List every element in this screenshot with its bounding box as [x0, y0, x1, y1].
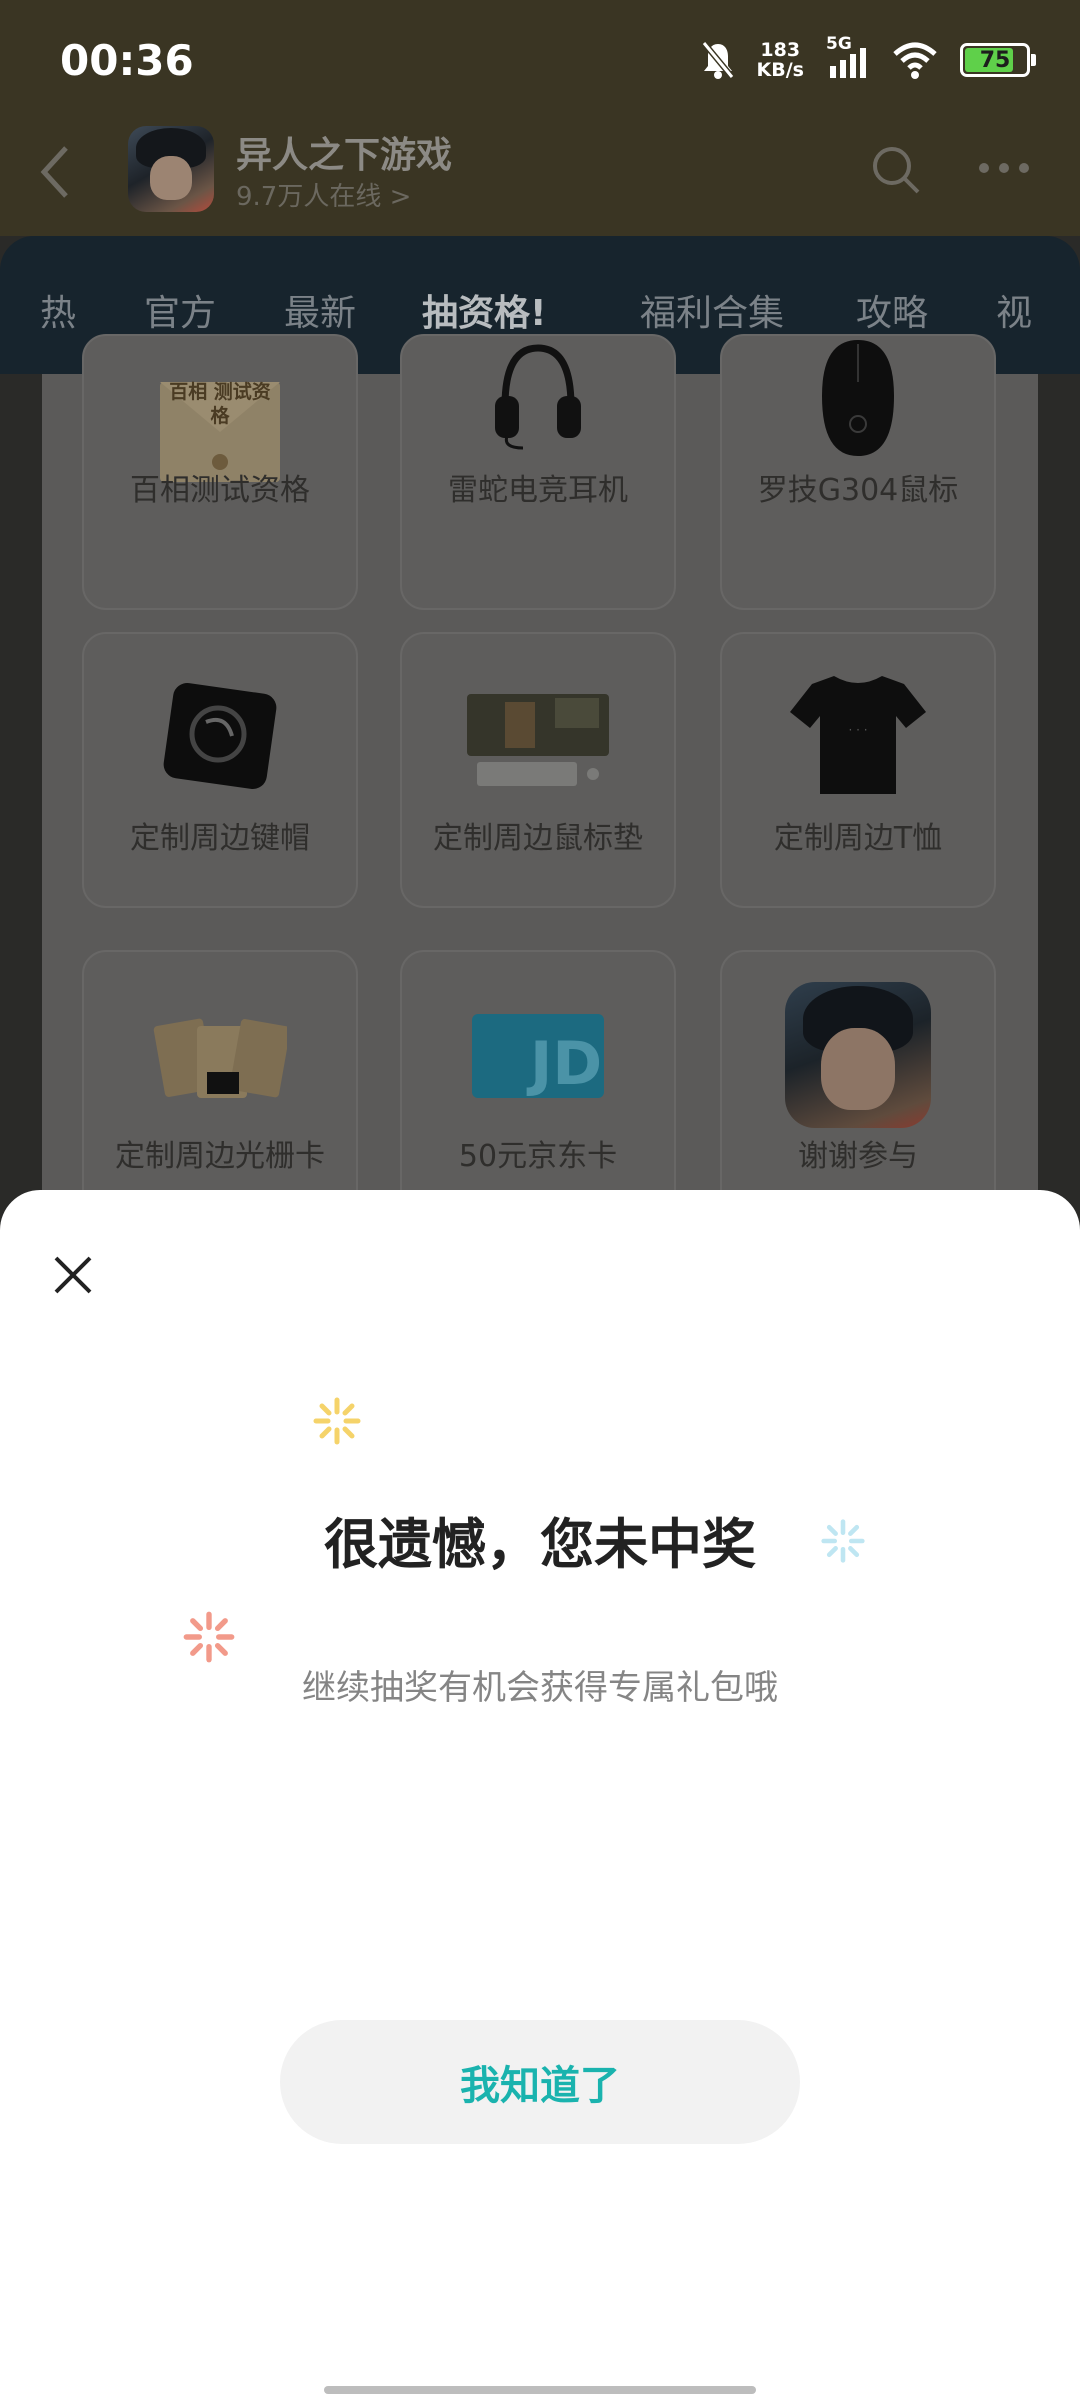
game-avatar[interactable] [128, 126, 214, 212]
status-time: 00:36 [60, 36, 194, 85]
prize-card: · · · 定制周边T恤 [720, 632, 996, 908]
svg-text:JD: JD [526, 1029, 602, 1099]
tab-draw[interactable]: 抽资格! [422, 284, 546, 336]
prize-label: 50元京东卡 [458, 1139, 618, 1174]
tshirt-image: · · · [790, 676, 926, 794]
wifi-icon [893, 42, 937, 79]
top-bar: 00:36 183 KB/s 5G 75 异人之下游戏 9.7万人在线 > [0, 0, 1080, 236]
tab-latest[interactable]: 最新 [284, 284, 356, 336]
prize-label: 定制周边鼠标垫 [433, 821, 643, 856]
prize-card: 定制周边鼠标垫 [400, 632, 676, 908]
battery-icon: 75 [960, 43, 1036, 77]
header-bar: 异人之下游戏 9.7万人在线 > [0, 120, 1080, 236]
tab-official[interactable]: 官方 [144, 284, 216, 336]
dialog-title: 很遗憾，您未中奖 [324, 1513, 756, 1576]
sparkle-icon [183, 1611, 235, 1663]
prize-card: 定制周边光栅卡 [82, 950, 358, 1226]
prize-card: 百相 测试资格 百相测试资格 [82, 334, 358, 610]
tab-videos[interactable]: 视 [996, 284, 1032, 336]
prize-card: JD 50元京东卡 [400, 950, 676, 1226]
prize-label: 雷蛇电竞耳机 [448, 473, 628, 508]
tab-hot[interactable]: 热 [40, 284, 76, 336]
online-count[interactable]: 9.7万人在线 > [236, 176, 411, 213]
result-dialog: 很遗憾，您未中奖 继续抽奖有机会获得专属礼包哦 我知道了 [0, 1190, 1080, 2400]
svg-text:· · ·: · · · [848, 723, 867, 737]
mouse-image [822, 340, 894, 456]
search-icon[interactable] [870, 144, 922, 196]
home-indicator[interactable] [324, 2386, 756, 2394]
prize-card: 谢谢参与 [720, 950, 996, 1226]
mousepad-image [467, 694, 609, 786]
bell-muted-icon [701, 41, 734, 79]
prize-label: 罗技G304鼠标 [757, 473, 959, 508]
game-title[interactable]: 异人之下游戏 [236, 126, 452, 178]
more-icon[interactable] [976, 156, 1032, 180]
prize-label: 定制周边T恤 [773, 821, 943, 856]
tab-guides[interactable]: 攻略 [856, 284, 928, 336]
jd-card-image: JD [472, 1014, 604, 1099]
sparkle-icon [313, 1397, 361, 1445]
prize-label: 定制周边键帽 [130, 821, 310, 856]
prize-label: 百相测试资格 [130, 473, 310, 508]
tab-benefits[interactable]: 福利合集 [640, 284, 784, 336]
status-bar: 00:36 183 KB/s 5G 75 [0, 0, 1080, 120]
prize-card: 雷蛇电竞耳机 [400, 334, 676, 610]
test-access-envelope-image: 百相 测试资格 [157, 376, 283, 486]
lenticular-card-image [153, 1018, 287, 1098]
dialog-subtitle: 继续抽奖有机会获得专属礼包哦 [302, 1668, 778, 1708]
status-icons: 183 KB/s 5G 75 [701, 34, 1036, 81]
acknowledge-button[interactable]: 我知道了 [280, 2020, 800, 2144]
headset-image [495, 344, 581, 450]
keycap-image [163, 683, 277, 789]
signal-icon: 5G [826, 34, 870, 80]
prize-card: 定制周边键帽 [82, 632, 358, 908]
prize-label: 谢谢参与 [798, 1139, 918, 1174]
game-icon-image [785, 982, 931, 1128]
prize-label: 定制周边光栅卡 [115, 1139, 325, 1174]
prize-card: 罗技G304鼠标 [720, 334, 996, 610]
close-icon[interactable] [48, 1250, 98, 1300]
net-speed: 183 KB/s [756, 39, 804, 81]
back-icon[interactable] [36, 140, 76, 204]
